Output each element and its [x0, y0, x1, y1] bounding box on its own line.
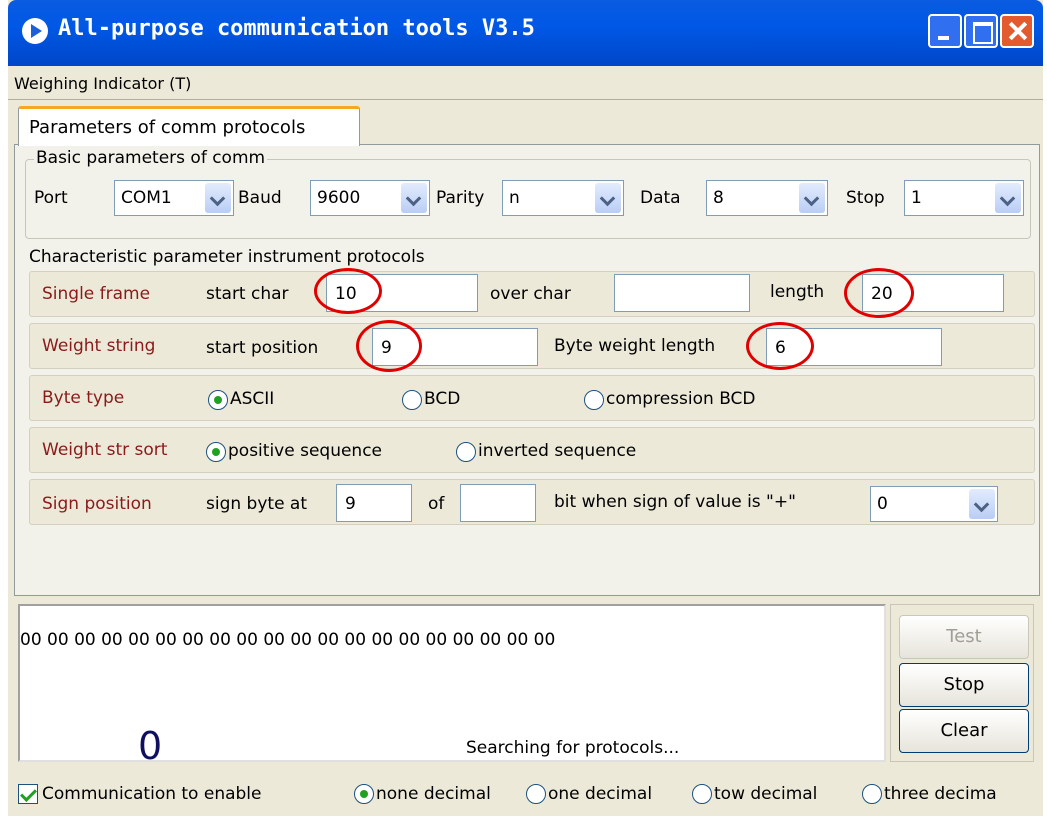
byte-weight-length-label: Byte weight length	[554, 336, 716, 356]
sign-position-label: Sign position	[42, 494, 152, 514]
chevron-down-icon[interactable]	[969, 489, 995, 519]
inverted-sequence-radio[interactable]	[456, 442, 476, 462]
clear-button[interactable]: Clear	[899, 709, 1029, 753]
enable-label: Communication to enable	[42, 784, 262, 804]
stop-value: 1	[911, 188, 922, 208]
stop-select[interactable]: 1	[904, 180, 1024, 216]
positive-sequence-label: positive sequence	[228, 441, 383, 461]
of-label: of	[428, 494, 445, 514]
port-value: COM1	[121, 188, 172, 208]
tow-decimal-label: tow decimal	[714, 784, 818, 804]
none-decimal-radio[interactable]	[354, 784, 374, 804]
length-label: length	[770, 282, 825, 302]
plus-sign-select[interactable]: 0	[870, 486, 998, 522]
inverted-sequence-label: inverted sequence	[478, 441, 637, 461]
weight-string-label: Weight string	[42, 336, 156, 356]
app-window: All-purpose communication tools V3.5 Wei…	[8, 0, 1043, 816]
stop-button[interactable]: Stop	[899, 663, 1029, 707]
sign-byte-input[interactable]: 9	[336, 484, 412, 522]
start-position-value: 9	[381, 338, 392, 358]
bottom-bar: Communication to enable none decimal one…	[8, 772, 1043, 816]
enable-checkbox[interactable]	[18, 784, 38, 804]
data-select[interactable]: 8	[706, 180, 828, 216]
chevron-down-icon[interactable]	[995, 183, 1021, 213]
three-decimal-label: three decima	[884, 784, 997, 804]
tow-decimal-radio[interactable]	[692, 784, 712, 804]
none-decimal-label: none decimal	[376, 784, 491, 804]
app-icon	[22, 18, 48, 44]
window-title: All-purpose communication tools V3.5	[58, 16, 535, 41]
weight-sort-label: Weight str sort	[42, 440, 168, 460]
close-button[interactable]	[1000, 14, 1034, 48]
over-char-input[interactable]	[614, 274, 750, 312]
menu-weighing-indicator[interactable]: Weighing Indicator (T)	[14, 74, 191, 93]
weight-length-value: 6	[775, 338, 786, 358]
weight-length-input[interactable]: 6	[766, 328, 942, 366]
minimize-button[interactable]	[928, 14, 962, 48]
protocol-params-group: Characteristic parameter instrument prot…	[19, 247, 1037, 587]
action-buttons: Test Stop Clear	[890, 604, 1034, 762]
three-decimal-radio[interactable]	[862, 784, 882, 804]
length-value: 20	[871, 284, 893, 304]
tab-comm-protocols[interactable]: Parameters of comm protocols	[18, 106, 360, 146]
maximize-button[interactable]	[964, 14, 998, 48]
status-text: Searching for protocols...	[466, 738, 680, 758]
test-button[interactable]: Test	[899, 615, 1029, 659]
start-position-input[interactable]: 9	[372, 328, 538, 366]
sign-position-row: Sign position sign byte at 9 of bit when…	[29, 479, 1035, 525]
tab-panel: Basic parameters of comm Port COM1 Baud …	[14, 144, 1040, 596]
sign-byte-value: 9	[345, 494, 356, 514]
parity-label: Parity	[436, 188, 485, 208]
hex-data: 00 00 00 00 00 00 00 00 00 00 00 00 00 0…	[20, 630, 556, 650]
weight-string-row: Weight string start position 9 Byte weig…	[29, 320, 1035, 372]
protocol-params-label: Characteristic parameter instrument prot…	[27, 247, 427, 267]
receive-output-area[interactable]: 00 00 00 00 00 00 00 00 00 00 00 00 00 0…	[18, 604, 886, 768]
positive-sequence-radio[interactable]	[206, 442, 226, 462]
port-select[interactable]: COM1	[114, 180, 234, 216]
bcd-label: BCD	[424, 389, 461, 409]
port-label: Port	[34, 188, 68, 208]
length-input[interactable]: 20	[862, 274, 1004, 312]
basic-params-group: Basic parameters of comm Port COM1 Baud …	[25, 148, 1031, 239]
single-frame-row: Single frame start char 10 over char len…	[29, 268, 1035, 318]
parity-value: n	[509, 188, 520, 208]
parity-select[interactable]: n	[502, 180, 624, 216]
start-char-input[interactable]: 10	[326, 274, 478, 312]
one-decimal-label: one decimal	[548, 784, 653, 804]
compression-bcd-label: compression BCD	[606, 389, 756, 409]
stop-label: Stop	[846, 188, 885, 208]
one-decimal-radio[interactable]	[526, 784, 546, 804]
single-frame-label: Single frame	[42, 284, 151, 304]
start-position-label: start position	[206, 338, 319, 358]
baud-value: 9600	[317, 188, 361, 208]
chevron-down-icon[interactable]	[401, 183, 427, 213]
compression-bcd-radio[interactable]	[584, 390, 604, 410]
title-bar[interactable]: All-purpose communication tools V3.5	[8, 0, 1043, 66]
chevron-down-icon[interactable]	[799, 183, 825, 213]
chevron-down-icon[interactable]	[595, 183, 621, 213]
chevron-down-icon[interactable]	[205, 183, 231, 213]
byte-type-label: Byte type	[42, 388, 125, 408]
plus-sign-value: 0	[877, 494, 888, 514]
data-label: Data	[640, 188, 681, 208]
basic-params-label: Basic parameters of comm	[34, 148, 268, 168]
menu-bar: Weighing Indicator (T)	[8, 68, 1043, 100]
baud-select[interactable]: 9600	[310, 180, 430, 216]
over-char-label: over char	[490, 284, 571, 304]
weight-sort-row: Weight str sort positive sequence invert…	[29, 427, 1035, 473]
start-char-value: 10	[335, 284, 357, 304]
data-value: 8	[713, 188, 724, 208]
bit-plus-label: bit when sign of value is "+"	[554, 492, 796, 512]
byte-type-row: Byte type ASCII BCD compression BCD	[29, 375, 1035, 421]
ascii-label: ASCII	[230, 389, 275, 409]
weight-display: 0	[138, 724, 163, 768]
bcd-radio[interactable]	[402, 390, 422, 410]
tab-strip: Parameters of comm protocols	[8, 100, 1043, 146]
sign-byte-at-label: sign byte at	[206, 494, 308, 514]
of-input[interactable]	[460, 484, 536, 522]
baud-label: Baud	[238, 188, 282, 208]
start-char-label: start char	[206, 284, 289, 304]
ascii-radio[interactable]	[208, 390, 228, 410]
